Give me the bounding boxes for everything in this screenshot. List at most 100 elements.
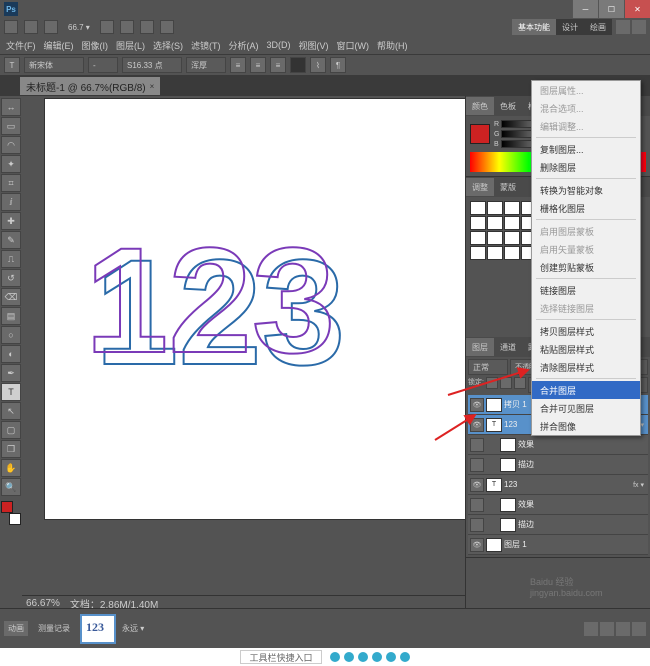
workspace-tab[interactable]: 设计 <box>556 19 584 35</box>
panel-tab-mask[interactable]: 蒙版 <box>494 178 522 196</box>
qt-icon[interactable] <box>44 20 58 34</box>
adj-thumb[interactable] <box>487 231 503 245</box>
heal-tool-icon[interactable]: ✚ <box>1 212 21 230</box>
panel-tab-channels[interactable]: 通道 <box>494 338 522 356</box>
menu-edit[interactable]: 编辑(E) <box>40 39 78 52</box>
ctx-item[interactable]: 合并图层 <box>532 381 640 399</box>
menu-window[interactable]: 窗口(W) <box>333 39 374 52</box>
visibility-icon[interactable] <box>470 438 484 452</box>
tip-icon[interactable] <box>386 652 396 662</box>
ctx-item[interactable]: 创建剪贴蒙板 <box>532 258 640 276</box>
adj-thumb[interactable] <box>487 201 503 215</box>
ctx-item[interactable]: 链接图层 <box>532 281 640 299</box>
ctx-item[interactable]: 栅格化图层 <box>532 199 640 217</box>
ctx-item[interactable]: 拷贝图层样式 <box>532 322 640 340</box>
document-tab[interactable]: 未标题-1 @ 66.7%(RGB/8) × <box>20 77 160 95</box>
anim-first-icon[interactable] <box>584 622 598 636</box>
menu-view[interactable]: 视图(V) <box>295 39 333 52</box>
minimize-button[interactable]: ─ <box>572 0 598 18</box>
background-color-icon[interactable] <box>9 513 21 525</box>
color-preview-icon[interactable] <box>470 124 490 144</box>
visibility-icon[interactable]: 👁 <box>470 398 484 412</box>
tool-preset-icon[interactable]: T <box>4 57 20 73</box>
ctx-item[interactable]: 拼合图像 <box>532 417 640 435</box>
align-left-icon[interactable]: ≡ <box>230 57 246 73</box>
antialias-field[interactable]: 浑厚 <box>186 57 226 73</box>
crop-tool-icon[interactable]: ⌗ <box>1 174 21 192</box>
layer-row[interactable]: 👁图层 1 <box>468 535 648 555</box>
stamp-tool-icon[interactable]: ⎍ <box>1 250 21 268</box>
font-size-field[interactable]: S16.33 点 <box>122 57 182 73</box>
visibility-icon[interactable] <box>470 458 484 472</box>
menu-select[interactable]: 选择(S) <box>149 39 187 52</box>
adj-thumb[interactable] <box>504 246 520 260</box>
path-tool-icon[interactable]: ↖ <box>1 402 21 420</box>
tip-icon[interactable] <box>400 652 410 662</box>
adj-thumb[interactable] <box>504 231 520 245</box>
hand-tool-icon[interactable]: ✋ <box>1 459 21 477</box>
panel-tab-layers[interactable]: 图层 <box>466 338 494 356</box>
qt-icon[interactable] <box>100 20 114 34</box>
adj-thumb[interactable] <box>487 216 503 230</box>
anim-play-icon[interactable] <box>616 622 630 636</box>
history-brush-icon[interactable]: ↺ <box>1 269 21 287</box>
tip-icon[interactable] <box>372 652 382 662</box>
brush-tool-icon[interactable]: ✎ <box>1 231 21 249</box>
3d-tool-icon[interactable]: ❒ <box>1 440 21 458</box>
workspace-tab[interactable]: 绘画 <box>584 19 612 35</box>
visibility-icon[interactable]: 👁 <box>470 418 484 432</box>
align-center-icon[interactable]: ≡ <box>250 57 266 73</box>
adj-thumb[interactable] <box>470 231 486 245</box>
lock-icon[interactable] <box>514 377 526 389</box>
menu-layer[interactable]: 图层(L) <box>112 39 149 52</box>
pen-tool-icon[interactable]: ✒ <box>1 364 21 382</box>
panel-tab-color[interactable]: 颜色 <box>466 97 494 115</box>
layer-row[interactable]: 效果 <box>468 435 648 455</box>
adj-thumb[interactable] <box>470 246 486 260</box>
marquee-tool-icon[interactable]: ▭ <box>1 117 21 135</box>
ctx-item[interactable]: 复制图层... <box>532 140 640 158</box>
lasso-tool-icon[interactable]: ◠ <box>1 136 21 154</box>
menu-analysis[interactable]: 分析(A) <box>225 39 263 52</box>
gradient-tool-icon[interactable]: ▤ <box>1 307 21 325</box>
menu-image[interactable]: 图像(I) <box>78 39 113 52</box>
adj-thumb[interactable] <box>470 201 486 215</box>
ctx-item[interactable]: 删除图层 <box>532 158 640 176</box>
adj-thumb[interactable] <box>487 246 503 260</box>
ws-icon[interactable] <box>632 20 646 34</box>
layer-row[interactable]: 描边 <box>468 455 648 475</box>
text-color-icon[interactable] <box>290 57 306 73</box>
visibility-icon[interactable] <box>470 518 484 532</box>
anim-prev-icon[interactable] <box>600 622 614 636</box>
ctx-item[interactable]: 转换为智能对象 <box>532 181 640 199</box>
qt-icon[interactable] <box>120 20 134 34</box>
menu-3d[interactable]: 3D(D) <box>263 40 295 50</box>
qt-icon[interactable] <box>24 20 38 34</box>
ctx-item[interactable]: 清除图层样式 <box>532 358 640 376</box>
maximize-button[interactable]: ☐ <box>598 0 624 18</box>
tip-icon[interactable] <box>358 652 368 662</box>
fx-icon[interactable]: fx ▾ <box>633 481 646 489</box>
qt-icon[interactable] <box>140 20 154 34</box>
panel-tab-swatches[interactable]: 色板 <box>494 97 522 115</box>
char-panel-icon[interactable]: ¶ <box>330 57 346 73</box>
blur-tool-icon[interactable]: ○ <box>1 326 21 344</box>
move-tool-icon[interactable]: ↔ <box>1 98 21 116</box>
tip-icon[interactable] <box>344 652 354 662</box>
font-family-field[interactable]: 新宋体 <box>24 57 84 73</box>
layer-row[interactable]: 👁T123fx ▾ <box>468 475 648 495</box>
foreground-color-icon[interactable] <box>1 501 13 513</box>
dodge-tool-icon[interactable]: ◐ <box>1 345 21 363</box>
layer-row[interactable]: 描边 <box>468 515 648 535</box>
layer-row[interactable]: 效果 <box>468 495 648 515</box>
menu-help[interactable]: 帮助(H) <box>373 39 412 52</box>
blend-mode-field[interactable]: 正常 <box>468 359 508 375</box>
adj-thumb[interactable] <box>504 201 520 215</box>
visibility-icon[interactable]: 👁 <box>470 478 484 492</box>
align-right-icon[interactable]: ≡ <box>270 57 286 73</box>
lock-icon[interactable] <box>486 377 498 389</box>
close-button[interactable]: ✕ <box>624 0 650 18</box>
anim-frame[interactable]: 123 <box>80 614 116 644</box>
color-swatch[interactable] <box>1 501 21 525</box>
workspace-tab[interactable]: 基本功能 <box>512 19 556 35</box>
